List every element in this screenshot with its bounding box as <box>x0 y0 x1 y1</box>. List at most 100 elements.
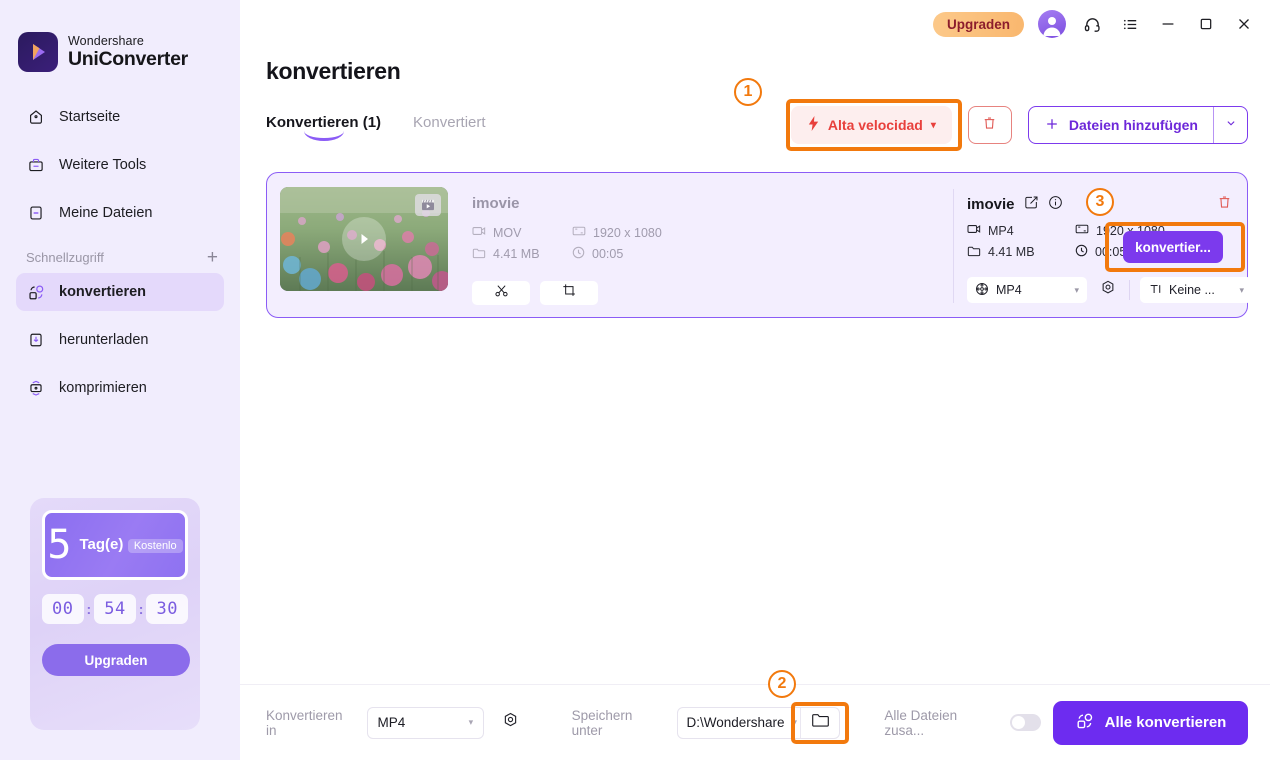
add-quick-access-icon[interactable]: + <box>207 248 218 267</box>
lightning-icon <box>807 116 820 134</box>
source-metadata: MOV 1920 x 1080 4.41 MB <box>472 225 662 262</box>
gear-icon <box>1099 279 1117 302</box>
save-path-select[interactable]: D:\Wondershare ▾ <box>678 708 800 738</box>
source-resolution: 1920 x 1080 <box>572 225 662 240</box>
countdown-hours: 00 <box>42 594 84 624</box>
sidebar-item-komprimieren[interactable]: komprimieren <box>16 369 224 407</box>
crop-icon <box>562 283 577 303</box>
remove-file-button[interactable] <box>1216 193 1233 216</box>
sidebar-item-startseite[interactable]: Startseite <box>16 98 224 136</box>
sidebar-item-label: komprimieren <box>59 380 147 396</box>
output-size-value: 4.41 MB <box>988 245 1035 259</box>
crop-button[interactable] <box>540 281 598 305</box>
upgrade-button[interactable]: Upgraden <box>933 12 1024 37</box>
trial-days-banner: 5 Tag(e) Kostenlo <box>42 510 188 580</box>
output-format-select[interactable]: MP4 ▾ <box>967 277 1087 303</box>
edit-icon[interactable] <box>1024 195 1039 214</box>
sidebar-item-konvertieren[interactable]: konvertieren <box>16 273 224 311</box>
speed-label: Alta velocidad <box>828 117 923 133</box>
brand-sup: Wondershare <box>68 35 188 48</box>
chevron-down-icon: ▾ <box>469 717 474 728</box>
subtitle-select[interactable]: Keine ... ▾ <box>1140 277 1252 303</box>
headset-icon[interactable] <box>1080 12 1104 36</box>
sidebar-upgrade-button[interactable]: Upgraden <box>42 644 190 676</box>
maximize-icon[interactable] <box>1194 12 1218 36</box>
trial-free-badge: Kostenlo <box>128 539 183 553</box>
sidebar-item-label: Meine Dateien <box>59 205 153 221</box>
trash-icon <box>1216 198 1233 215</box>
source-file-name: imovie <box>472 195 520 212</box>
global-format-select[interactable]: MP4 ▾ <box>367 707 485 739</box>
output-duration-value: 00:05 <box>1095 245 1126 259</box>
tab-bar: Konvertieren (1) Konvertiert <box>266 114 486 139</box>
compress-icon <box>26 378 46 398</box>
home-icon <box>26 107 46 127</box>
audio-select[interactable]: English... ▾ <box>1262 277 1270 303</box>
add-files-group[interactable]: Dateien hinzufügen <box>1028 106 1248 144</box>
output-format-value: MP4 <box>988 224 1014 238</box>
sidebar-nav: Startseite Weitere Tools <box>0 98 240 407</box>
tab-label: Konvertieren (1) <box>266 114 381 131</box>
quick-access-header: Schnellzugriff + <box>26 248 218 267</box>
output-file-name-row: imovie <box>967 195 1063 214</box>
download-icon <box>26 330 46 350</box>
gear-icon <box>501 711 520 735</box>
source-edit-buttons <box>472 281 598 305</box>
sidebar-item-label: Startseite <box>59 109 120 125</box>
output-format-select-value: MP4 <box>996 283 1022 297</box>
sidebar-item-label: konvertieren <box>59 284 146 300</box>
merge-files-toggle[interactable] <box>1010 714 1041 731</box>
close-icon[interactable] <box>1232 12 1256 36</box>
quick-access-label: Schnellzugriff <box>26 250 104 265</box>
trim-button[interactable] <box>472 281 530 305</box>
countdown-minutes: 54 <box>94 594 136 624</box>
tab-underline-indicator <box>304 131 344 141</box>
info-icon[interactable] <box>1048 195 1063 214</box>
sidebar-item-herunterladen[interactable]: herunterladen <box>16 321 224 359</box>
tab-konvertieren[interactable]: Konvertieren (1) <box>266 114 381 139</box>
delete-all-button[interactable] <box>968 106 1012 144</box>
trial-countdown: 00 : 54 : 30 <box>42 594 188 624</box>
plus-icon <box>1044 116 1060 135</box>
convert-all-label: Alle konvertieren <box>1105 714 1227 731</box>
clapperboard-icon <box>415 194 441 216</box>
chevron-down-icon: ▾ <box>1074 285 1079 296</box>
add-files-button[interactable]: Dateien hinzufügen <box>1029 107 1213 143</box>
convert-button[interactable]: konvertier... <box>1123 231 1223 263</box>
convert-to-label: Konvertieren in <box>266 708 355 738</box>
save-folder-button[interactable] <box>800 708 840 738</box>
save-path-group[interactable]: D:\Wondershare ▾ <box>677 707 841 739</box>
subtitle-select-value: Keine ... <box>1169 283 1215 297</box>
source-size-value: 4.41 MB <box>493 247 540 261</box>
source-duration-value: 00:05 <box>592 247 623 261</box>
speed-button[interactable]: Alta velocidad ▾ <box>791 106 952 144</box>
countdown-seconds: 30 <box>146 594 188 624</box>
sidebar-item-meine-dateien[interactable]: Meine Dateien <box>16 194 224 232</box>
minimize-icon[interactable] <box>1156 12 1180 36</box>
convert-all-button[interactable]: Alle konvertieren <box>1053 701 1248 745</box>
play-icon[interactable] <box>342 217 386 261</box>
add-files-dropdown-button[interactable] <box>1213 107 1247 143</box>
tab-konvertiert[interactable]: Konvertiert <box>413 114 486 139</box>
list-menu-icon[interactable] <box>1118 12 1142 36</box>
global-settings-button[interactable] <box>500 712 521 734</box>
user-avatar-icon[interactable] <box>1038 10 1066 38</box>
output-size: 4.41 MB <box>967 244 1075 260</box>
save-to-label: Speichern unter <box>572 708 665 738</box>
source-format: MOV <box>472 225 572 240</box>
output-settings-button[interactable] <box>1097 279 1119 301</box>
title-bar: Upgraden <box>240 0 1270 48</box>
file-card[interactable]: imovie MOV 1920 x 1080 <box>266 172 1248 318</box>
sidebar-item-weitere-tools[interactable]: Weitere Tools <box>16 146 224 184</box>
merge-files-label: Alle Dateien zusa... <box>884 708 997 738</box>
video-icon <box>967 223 981 238</box>
source-resolution-value: 1920 x 1080 <box>593 226 662 240</box>
folder-icon <box>472 247 486 262</box>
resolution-icon <box>1075 223 1089 238</box>
video-thumbnail[interactable] <box>280 187 448 291</box>
add-files-label: Dateien hinzufügen <box>1069 117 1198 133</box>
tab-label: Konvertiert <box>413 114 486 131</box>
sidebar-item-label: herunterladen <box>59 332 149 348</box>
page-title: konvertieren <box>266 58 400 85</box>
resolution-icon <box>572 225 586 240</box>
